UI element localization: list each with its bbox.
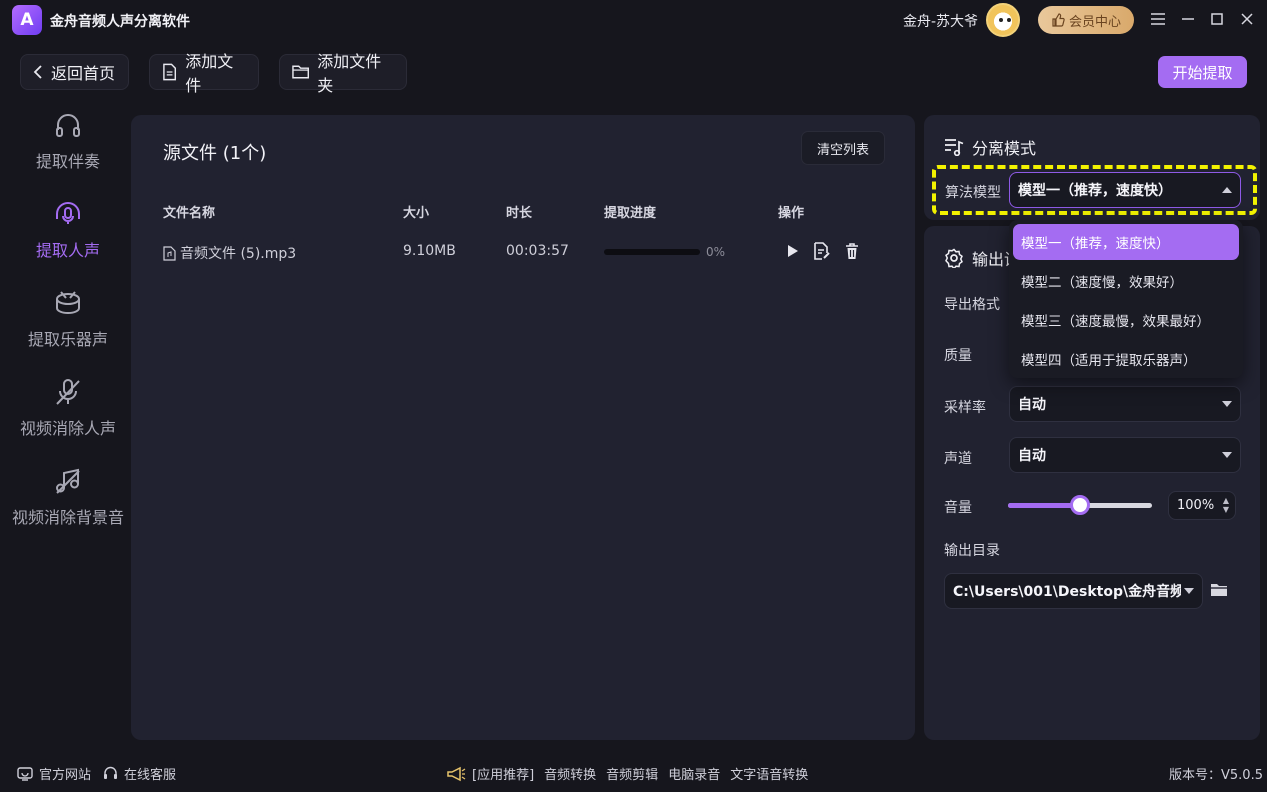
thumbs-up-icon [1052,13,1065,27]
progress-percent: 0% [706,245,726,259]
sample-rate-select[interactable]: 自动 [1009,386,1241,422]
add-file-button[interactable]: 添加文件 [149,52,259,95]
app-logo: A [12,5,42,35]
sidebar-item-label: 提取乐器声 [27,330,108,349]
back-home-label: 返回首页 [51,64,116,83]
column-header-progress: 提取进度 [604,206,657,221]
sample-rate-value: 自动 [1018,397,1046,413]
maximize-icon[interactable] [1206,8,1228,30]
channel-label: 声道 [944,451,972,467]
link-text-to-speech[interactable]: 文字语音转换 [730,764,808,783]
column-header-actions: 操作 [778,206,805,221]
chevron-left-icon [33,65,42,79]
close-icon[interactable] [1236,8,1258,30]
sidebar-item-extract-instrument[interactable]: 提取乐器声 [0,288,136,350]
column-header-size: 大小 [403,206,430,221]
link-audio-convert[interactable]: 音频转换 [544,764,596,783]
sidebar-item-video-remove-vocals[interactable]: 视频消除人声 [0,377,136,439]
file-name: 音频文件 (5).mp3 [180,246,297,262]
official-website-link[interactable]: 官方网站 [17,764,91,783]
open-folder-icon[interactable] [1210,582,1228,602]
volume-value: 100% [1177,498,1215,513]
app-title: 金舟音频人声分离软件 [50,14,190,30]
table-row-filename: 音频文件 (5).mp3 [163,243,296,263]
algorithm-model-dropdown: 模型一（推荐，速度快） 模型二（速度慢，效果好） 模型三（速度最慢，效果最好） … [1009,220,1243,378]
back-home-button[interactable]: 返回首页 [20,54,129,90]
add-folder-button[interactable]: 添加文件夹 [279,52,407,95]
online-support-label: 在线客服 [124,768,177,783]
avatar[interactable] [986,3,1020,37]
source-files-title: 源文件 (1个) [163,143,267,164]
online-support-link[interactable]: 在线客服 [103,764,176,783]
app-recommend-bar: [应用推荐] 音频转换 音频剪辑 电脑录音 文字语音转换 [446,764,808,783]
model-option-1[interactable]: 模型一（推荐，速度快） [1013,224,1239,260]
minimize-icon[interactable] [1177,8,1199,30]
link-pc-record[interactable]: 电脑录音 [668,764,720,783]
volume-label: 音量 [944,500,972,516]
sidebar-item-label: 提取伴奏 [35,152,100,171]
file-icon [163,63,177,81]
model-option-2[interactable]: 模型二（速度慢，效果好） [1013,263,1239,299]
headphones-icon [53,110,83,140]
channel-select[interactable]: 自动 [1009,437,1241,473]
mic-off-icon [53,377,83,407]
column-header-filename: 文件名称 [163,206,216,221]
headset-icon [104,766,117,779]
model-option-3[interactable]: 模型三（速度最慢，效果最好） [1013,302,1239,338]
file-duration: 00:03:57 [506,243,569,259]
chevron-down-icon [1184,588,1194,594]
drum-icon [53,288,83,318]
separation-mode-title: 分离模式 [972,139,1037,158]
chevron-down-icon [1222,452,1232,458]
output-dir-value: C:\Users\001\Desktop\金舟音频人 [953,584,1181,600]
headset-mic-icon [53,199,83,229]
sidebar-item-extract-accompaniment[interactable]: 提取伴奏 [0,110,136,172]
megaphone-icon [447,766,466,781]
official-website-label: 官方网站 [39,768,92,783]
delete-icon[interactable] [842,241,862,261]
play-icon[interactable] [783,241,803,261]
export-format-label: 导出格式 [944,297,1000,313]
separation-mode-heading: 分离模式 [944,135,1036,159]
gear-icon [945,248,963,268]
channel-value: 自动 [1018,448,1046,464]
output-dir-select[interactable]: C:\Users\001\Desktop\金舟音频人 [944,573,1203,609]
progress-bar [604,249,700,255]
sidebar-item-label: 提取人声 [35,241,100,260]
quality-label: 质量 [944,348,972,364]
volume-slider-thumb[interactable] [1070,495,1090,515]
sample-rate-label: 采样率 [944,400,986,416]
audio-file-icon [163,245,176,261]
website-icon [17,766,33,781]
column-header-duration: 时长 [506,206,533,221]
start-extract-button[interactable]: 开始提取 [1158,56,1247,88]
recommend-label: [应用推荐] [472,768,535,783]
folder-icon [292,65,310,79]
music-off-icon [53,466,83,496]
logo-letter: A [20,10,34,30]
file-size: 9.10MB [403,243,456,259]
username[interactable]: 金舟-苏大爷 [903,11,978,31]
hamburger-icon[interactable] [1147,8,1169,30]
music-list-icon [945,139,964,156]
vip-label: 会员中心 [1068,14,1121,30]
volume-input[interactable]: 100% ▲ ▼ [1168,491,1236,520]
sidebar-item-label: 视频消除人声 [19,419,116,438]
spinner-arrows-icon[interactable]: ▲ ▼ [1223,496,1229,514]
vip-center-button[interactable]: 会员中心 [1038,6,1134,34]
add-folder-label: 添加文件夹 [317,52,382,95]
sidebar-item-extract-vocals[interactable]: 提取人声 [0,199,136,261]
add-file-label: 添加文件 [185,52,234,95]
highlight-annotation [932,165,1257,215]
model-option-4[interactable]: 模型四（适用于提取乐器声） [1013,341,1239,377]
chevron-down-icon [1222,401,1232,407]
version-label: 版本号：V5.0.5 [1169,768,1263,783]
link-audio-edit[interactable]: 音频剪辑 [606,764,658,783]
output-dir-label: 输出目录 [944,543,1000,559]
edit-file-icon[interactable] [812,241,832,261]
clear-list-button[interactable]: 清空列表 [801,131,885,165]
sidebar-item-label: 视频消除背景音 [11,508,124,527]
sidebar-item-video-remove-bgm[interactable]: 视频消除背景音 [0,466,136,528]
